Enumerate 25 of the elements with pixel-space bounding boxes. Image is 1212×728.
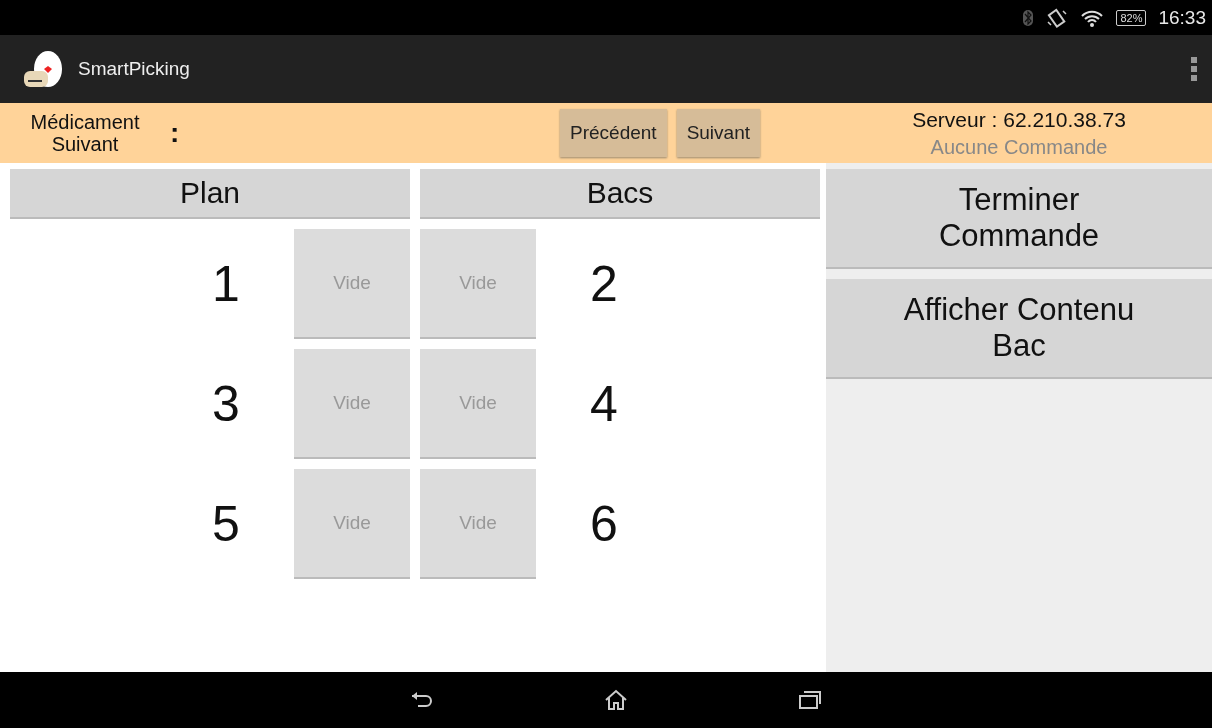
bin-number: 2	[589, 255, 619, 314]
recent-apps-icon[interactable]	[798, 690, 822, 710]
previous-button[interactable]: Précédent	[560, 109, 667, 157]
order-status: Aucune Commande	[930, 135, 1108, 159]
app-title: SmartPicking	[78, 58, 191, 80]
bin-number: 3	[211, 375, 241, 434]
bin-number: 1	[211, 255, 241, 314]
next-medication-label: Médicament Suivant	[29, 111, 141, 155]
vibrate-icon	[1046, 7, 1069, 28]
bluetooth-icon	[1022, 8, 1035, 27]
clock-time: 16:33	[1158, 6, 1206, 29]
next-button[interactable]: Suivant	[676, 109, 760, 157]
overflow-menu-icon[interactable]	[1190, 56, 1198, 82]
medication-value: :	[170, 117, 181, 149]
action-button[interactable]: Terminer Commande	[826, 169, 1212, 269]
column-header-button[interactable]: Plan	[10, 169, 410, 219]
column-header-button[interactable]: Bacs	[420, 169, 820, 219]
battery-indicator: 82%	[1116, 9, 1147, 26]
server-address: Serveur : 62.210.38.73	[912, 107, 1126, 132]
back-icon[interactable]	[410, 691, 434, 709]
home-icon[interactable]	[604, 689, 628, 711]
action-button[interactable]: Afficher Contenu Bac	[826, 279, 1212, 379]
bin-number: 4	[589, 375, 619, 434]
bin-number: 6	[589, 495, 619, 554]
bin-number: 5	[211, 495, 241, 554]
